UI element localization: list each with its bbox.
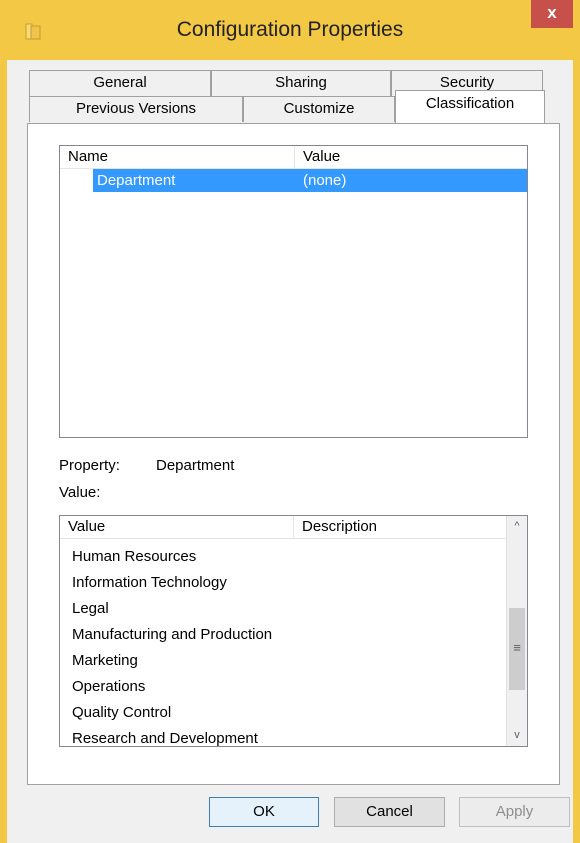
tab-label: General [93, 74, 147, 91]
tab-classification[interactable]: Classification [395, 90, 545, 123]
window-title: Configuration Properties [176, 18, 404, 41]
list-item[interactable]: Human Resources [72, 548, 196, 565]
property-name: Department [97, 172, 176, 189]
list-item[interactable]: Information Technology [72, 574, 227, 591]
list-item[interactable]: Legal [72, 600, 109, 617]
chevron-down-icon: v [514, 729, 520, 741]
chevron-up-icon: ^ [514, 520, 520, 532]
classification-panel: Name Value Department (none) Property: D… [27, 123, 560, 785]
list-item[interactable]: Marketing [72, 652, 138, 669]
values-scrollbar[interactable]: ^ ≡ v [506, 516, 527, 746]
grip-icon: ≡ [513, 640, 521, 655]
close-icon: x [547, 3, 557, 22]
list-item[interactable]: Research and Development [72, 730, 258, 746]
list-header: Value Description [60, 516, 507, 539]
tab-label: Sharing [275, 74, 327, 91]
value-label: Value: [59, 484, 101, 501]
values-list[interactable]: Value Description Human Resources Inform… [59, 515, 528, 747]
tab-general[interactable]: General [29, 70, 211, 96]
tab-previous-versions[interactable]: Previous Versions [29, 96, 243, 122]
list-item[interactable]: Department (none) [93, 169, 527, 192]
property-value: (none) [303, 172, 347, 189]
properties-window: Configuration Properties x General Shari… [0, 0, 580, 843]
property-label: Property: [59, 457, 120, 474]
scroll-down-button[interactable]: v [507, 725, 527, 746]
column-header-value[interactable]: Value [60, 516, 294, 538]
list-header: Name Value [60, 146, 527, 169]
apply-button[interactable]: Apply [459, 797, 570, 827]
ok-button[interactable]: OK [209, 797, 319, 827]
tab-label: Previous Versions [75, 100, 197, 117]
property-value: Department [156, 457, 235, 474]
column-header-name[interactable]: Name [60, 146, 295, 168]
properties-list[interactable]: Name Value Department (none) [59, 145, 528, 438]
tab-label: Classification [425, 95, 515, 112]
scroll-thumb[interactable]: ≡ [509, 608, 525, 690]
close-button[interactable]: x [531, 0, 573, 28]
list-item[interactable]: Manufacturing and Production [72, 626, 272, 643]
tab-customize[interactable]: Customize [243, 96, 395, 122]
title-bar[interactable]: Configuration Properties x [7, 0, 573, 60]
tab-sharing[interactable]: Sharing [211, 70, 391, 96]
list-item[interactable]: Operations [72, 678, 145, 695]
column-header-value[interactable]: Value [295, 146, 527, 168]
list-item[interactable]: Quality Control [72, 704, 171, 721]
scroll-up-button[interactable]: ^ [507, 516, 527, 537]
tab-label: Security [439, 74, 495, 91]
tab-label: Customize [283, 100, 355, 117]
column-header-description[interactable]: Description [294, 516, 507, 538]
cancel-button[interactable]: Cancel [334, 797, 445, 827]
